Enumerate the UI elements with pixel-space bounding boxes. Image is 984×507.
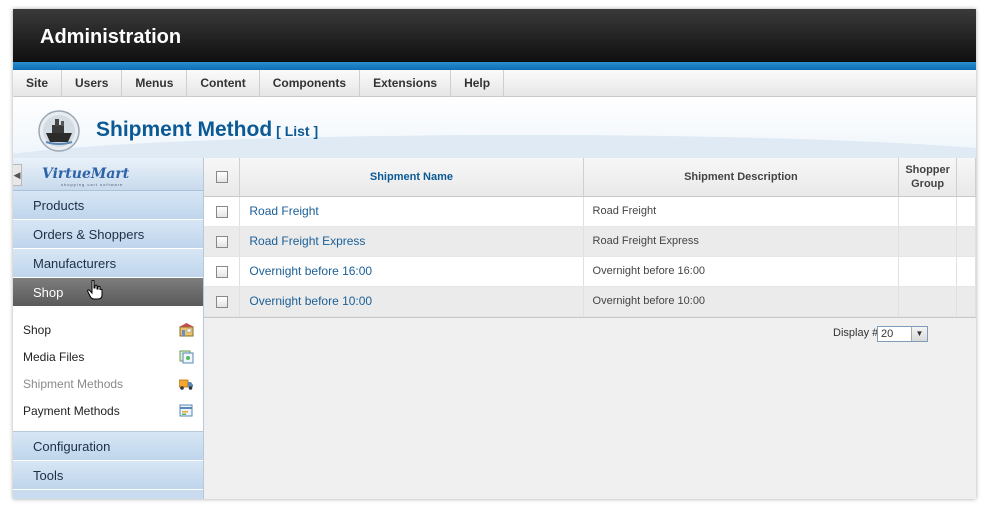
display-count-label: Display #: [833, 326, 879, 339]
row-select-cell: [204, 256, 241, 287]
shipment-description: Overnight before 16:00: [583, 256, 900, 287]
shop-icon: [179, 323, 194, 337]
submenu-item-label: Payment Methods: [23, 404, 120, 418]
menu-extensions[interactable]: Extensions: [360, 70, 452, 97]
truck-icon: [179, 379, 193, 390]
chevron-down-icon[interactable]: ▼: [911, 326, 927, 341]
payment-icon: [179, 404, 193, 417]
table-header-row: Shipment Name Shipment Description Shopp…: [204, 158, 976, 197]
main-menu: Site Users Menus Content Components Exte…: [13, 70, 976, 97]
sidebar-item-orders-shoppers[interactable]: Orders & Shoppers: [13, 220, 203, 249]
sidebar-item-shop[interactable]: Shop: [13, 278, 203, 307]
select-all-cell: [204, 158, 241, 197]
sidebar-item-manufacturers[interactable]: Manufacturers: [13, 249, 203, 278]
submenu-item-payment-methods[interactable]: Payment Methods: [13, 398, 203, 425]
main-body: ◀ VirtueMart shopping cart software Prod…: [13, 158, 976, 499]
menu-content[interactable]: Content: [187, 70, 260, 97]
shipment-description: Road Freight: [583, 196, 900, 227]
shipment-name-link[interactable]: Road Freight: [239, 196, 584, 227]
shipment-name-link[interactable]: Overnight before 16:00: [239, 256, 584, 287]
row-checkbox[interactable]: [215, 205, 228, 218]
sidebar-item-tools[interactable]: Tools: [13, 461, 203, 490]
page-subtitle: [ List ]: [276, 123, 319, 139]
menu-site[interactable]: Site: [13, 70, 63, 97]
page-title-bar: Shipment Method[ List ]: [13, 97, 976, 159]
admin-window: Administration Site Users Menus Content …: [13, 9, 976, 499]
shipment-name-link[interactable]: Overnight before 10:00: [239, 286, 584, 317]
shopper-group-cell: [898, 256, 957, 287]
row-select-cell: [204, 226, 241, 257]
submenu-item-media-files[interactable]: Media Files: [13, 344, 203, 371]
submenu-item-label: Media Files: [23, 350, 85, 364]
column-header-description[interactable]: Shipment Description: [583, 158, 900, 197]
table-row: Road Freight Express Road Freight Expres…: [204, 226, 976, 257]
app-title: Administration: [40, 26, 182, 48]
page-title: Shipment Method[ List ]: [96, 118, 318, 142]
submenu-item-shipment-methods[interactable]: Shipment Methods: [13, 371, 203, 398]
sidebar-item-configuration[interactable]: Configuration: [13, 432, 203, 461]
table-row: Road Freight Road Freight: [204, 196, 976, 227]
media-icon: [179, 350, 194, 364]
accent-bar: [13, 62, 976, 70]
virtuemart-logo: VirtueMart: [42, 166, 130, 182]
sidebar: ◀ VirtueMart shopping cart software Prod…: [13, 158, 204, 499]
shopper-group-cell: [898, 196, 957, 227]
row-select-cell: [204, 286, 241, 317]
pagination-bar: Display # 20 ▼: [204, 316, 976, 348]
display-count-select[interactable]: 20 ▼: [877, 325, 928, 342]
row-checkbox[interactable]: [215, 295, 228, 308]
submenu-item-shop[interactable]: Shop: [13, 317, 203, 344]
table-row: Overnight before 16:00 Overnight before …: [204, 256, 976, 287]
column-header-shopper-group[interactable]: Shopper Group: [898, 158, 957, 197]
content-area: Shipment Name Shipment Description Shopp…: [204, 158, 976, 499]
shipment-table: Shipment Name Shipment Description Shopp…: [204, 158, 976, 317]
row-select-cell: [204, 196, 241, 227]
menu-components[interactable]: Components: [260, 70, 361, 97]
display-count-value: 20: [881, 327, 894, 340]
extra-cell: [956, 226, 976, 257]
row-checkbox[interactable]: [215, 265, 228, 278]
shopper-group-cell: [898, 226, 957, 257]
extra-cell: [956, 196, 976, 227]
submenu-item-label: Shipment Methods: [23, 377, 124, 391]
submenu-item-label: Shop: [23, 323, 52, 337]
collapse-sidebar-icon[interactable]: ◀: [13, 164, 22, 186]
sidebar-logo-area: ◀ VirtueMart shopping cart software: [13, 158, 203, 191]
shipment-name-link[interactable]: Road Freight Express: [239, 226, 584, 257]
extra-cell: [956, 286, 976, 317]
table-row: Overnight before 10:00 Overnight before …: [204, 286, 976, 317]
column-header-name[interactable]: Shipment Name: [239, 158, 584, 197]
shipment-description: Overnight before 10:00: [583, 286, 900, 317]
shop-submenu: Shop Media Files Shipment Methods Paymen…: [13, 280, 203, 432]
hand-cursor-icon: [87, 280, 103, 300]
shopper-group-cell: [898, 286, 957, 317]
shipment-description: Road Freight Express: [583, 226, 900, 257]
page-title-text: Shipment Method: [96, 118, 273, 141]
row-checkbox[interactable]: [215, 235, 228, 248]
logo-tagline: shopping cart software: [61, 182, 124, 187]
top-header: Administration: [13, 9, 976, 62]
sidebar-item-products[interactable]: Products: [13, 191, 203, 220]
menu-menus[interactable]: Menus: [122, 70, 188, 97]
extra-cell: [956, 256, 976, 287]
menu-users[interactable]: Users: [62, 70, 123, 97]
menu-help[interactable]: Help: [451, 70, 505, 97]
column-header-extra: [956, 158, 976, 197]
ship-icon: [38, 110, 80, 152]
select-all-checkbox[interactable]: [215, 170, 228, 183]
